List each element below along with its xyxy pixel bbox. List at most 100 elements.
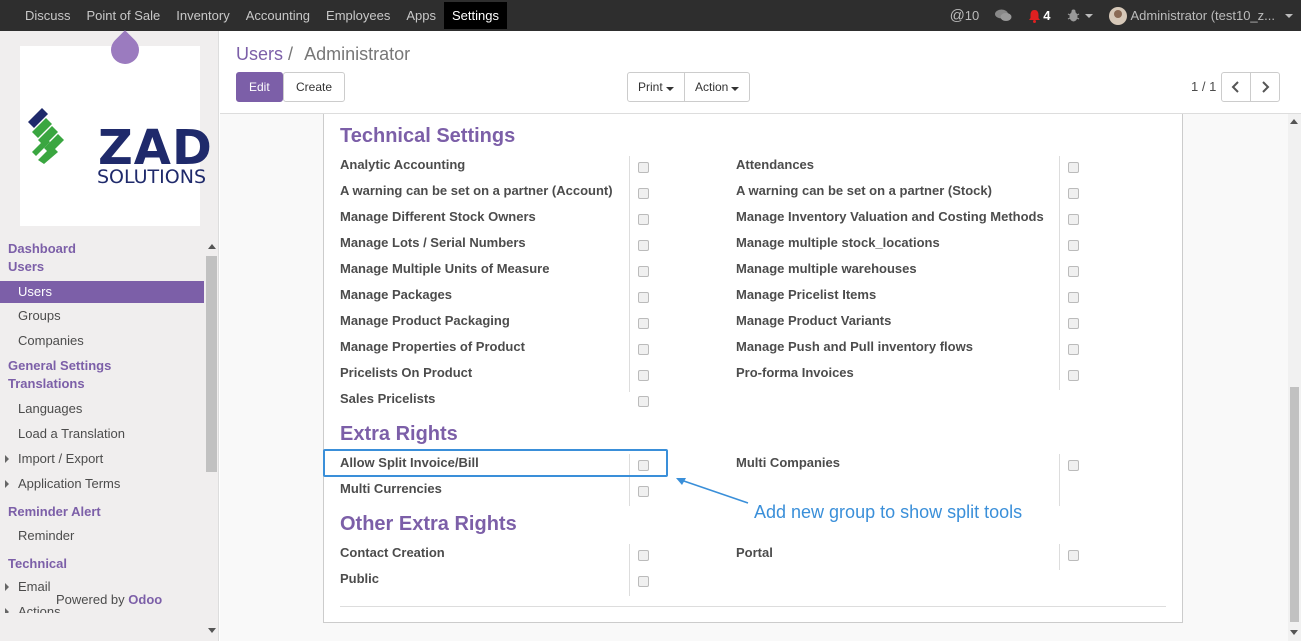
pager-previous-button[interactable]: [1221, 72, 1251, 102]
tech-label-10: Sales Pricelists: [340, 391, 436, 406]
tech-label-2: A warning can be set on a partner (Accou…: [340, 183, 613, 198]
extra-rights-title: Extra Rights: [340, 423, 458, 445]
user-menu[interactable]: Administrator (test10_z...: [1101, 6, 1301, 25]
tech-right-checkbox-1[interactable]: [1068, 162, 1079, 173]
tech-checkbox-7[interactable]: [638, 318, 649, 329]
annotation-arrow-icon: [676, 478, 749, 504]
scroll-down-icon[interactable]: [1290, 630, 1298, 635]
menu-inventory[interactable]: Inventory: [168, 0, 237, 31]
multi-companies-checkbox[interactable]: [1068, 460, 1079, 471]
scroll-thumb[interactable]: [1290, 387, 1299, 622]
logo-text-main: ZAD: [98, 120, 213, 176]
tech-right-checkbox-8[interactable]: [1068, 344, 1079, 355]
breadcrumb-separator: /: [288, 44, 294, 64]
menu-discuss[interactable]: Discuss: [17, 0, 79, 31]
tech-right-checkbox-5[interactable]: [1068, 266, 1079, 277]
chat-button[interactable]: [987, 9, 1020, 22]
tech-right-checkbox-9[interactable]: [1068, 370, 1079, 381]
tech-checkbox-2[interactable]: [638, 188, 649, 199]
menu-apps[interactable]: Apps: [398, 0, 444, 31]
sidebar-item-companies[interactable]: Companies: [0, 328, 204, 353]
public-checkbox[interactable]: [638, 576, 649, 587]
tech-right-label-8: Manage Push and Pull inventory flows: [736, 339, 973, 354]
scroll-up-icon[interactable]: [208, 244, 216, 249]
notifications-count: 4: [1043, 8, 1051, 23]
tech-right-label-4: Manage multiple stock_locations: [736, 235, 940, 250]
tech-checkbox-1[interactable]: [638, 162, 649, 173]
sidebar-section-technical[interactable]: Technical: [0, 555, 204, 573]
chevron-left-icon: [1231, 81, 1239, 93]
portal-checkbox[interactable]: [1068, 550, 1079, 561]
breadcrumb-users[interactable]: Users: [236, 44, 283, 64]
tech-right-checkbox-3[interactable]: [1068, 214, 1079, 225]
extra-label-multi-companies: Multi Companies: [736, 455, 841, 470]
contact-creation-checkbox[interactable]: [638, 550, 649, 561]
sidebar-item-import-export[interactable]: Import / Export: [0, 446, 204, 471]
sidebar-scrollbar[interactable]: [205, 239, 218, 633]
menu-employees[interactable]: Employees: [318, 0, 398, 31]
other-label-contact-creation: Contact Creation: [340, 545, 445, 560]
divider: [629, 156, 630, 392]
other-extra-rights-title: Other Extra Rights: [340, 513, 517, 535]
tech-checkbox-5[interactable]: [638, 266, 649, 277]
extra-label-multi-currencies: Multi Currencies: [340, 481, 442, 496]
sidebar-section-dashboard[interactable]: Dashboard: [0, 240, 204, 258]
sidebar-item-load-translation[interactable]: Load a Translation: [0, 421, 204, 446]
mentions-button[interactable]: @ 10: [942, 7, 988, 24]
menu-settings[interactable]: Settings: [444, 2, 507, 29]
pager-next-button[interactable]: [1250, 72, 1280, 102]
systray: @ 10 4 Administrator (test10_z...: [942, 0, 1301, 31]
tech-label-1: Analytic Accounting: [340, 157, 466, 172]
pager-value[interactable]: 1 / 1: [1191, 79, 1216, 94]
chevron-down-icon: [665, 87, 674, 91]
sidebar-section-reminder-alert[interactable]: Reminder Alert: [0, 503, 204, 521]
sidebar-section-translations[interactable]: Translations: [0, 375, 204, 393]
main-scrollbar[interactable]: [1288, 114, 1301, 641]
multi-currencies-checkbox[interactable]: [638, 486, 649, 497]
tech-right-checkbox-7[interactable]: [1068, 318, 1079, 329]
logo-text-sub: SOLUTIONS: [97, 166, 206, 188]
sidebar-item-languages[interactable]: Languages: [0, 396, 204, 421]
tech-label-5: Manage Multiple Units of Measure: [340, 261, 550, 276]
sidebar-item-groups[interactable]: Groups: [0, 303, 204, 328]
notifications-button[interactable]: 4: [1020, 8, 1058, 23]
tech-label-3: Manage Different Stock Owners: [340, 209, 536, 224]
print-dropdown[interactable]: Print: [627, 72, 685, 102]
create-button[interactable]: Create: [283, 72, 346, 102]
tech-right-checkbox-4[interactable]: [1068, 240, 1079, 251]
tech-right-checkbox-2[interactable]: [1068, 188, 1079, 199]
breadcrumb: Users / Administrator: [236, 44, 410, 65]
tech-checkbox-9[interactable]: [638, 370, 649, 381]
tech-checkbox-8[interactable]: [638, 344, 649, 355]
tech-right-checkbox-6[interactable]: [1068, 292, 1079, 303]
scroll-down-icon[interactable]: [208, 628, 216, 633]
divider: [1059, 544, 1060, 570]
sidebar-item-reminder[interactable]: Reminder: [0, 523, 204, 548]
menu-accounting[interactable]: Accounting: [238, 0, 318, 31]
action-dropdown[interactable]: Action: [684, 72, 751, 102]
menu-point-of-sale[interactable]: Point of Sale: [79, 0, 169, 31]
form-sheet: Technical Settings Analytic Accounting A…: [323, 114, 1183, 623]
divider: [1059, 454, 1060, 506]
debug-button[interactable]: [1059, 9, 1101, 22]
edit-button[interactable]: Edit: [236, 72, 283, 102]
sidebar-item-application-terms[interactable]: Application Terms: [0, 471, 204, 496]
divider: [629, 544, 630, 596]
print-label: Print: [638, 80, 663, 94]
sidebar-item-users[interactable]: Users: [0, 281, 204, 303]
tech-checkbox-6[interactable]: [638, 292, 649, 303]
tech-checkbox-10[interactable]: [638, 396, 649, 407]
company-logo: ZAD SOLUTIONS: [20, 46, 212, 226]
other-label-portal: Portal: [736, 545, 773, 560]
tech-checkbox-3[interactable]: [638, 214, 649, 225]
scroll-up-icon[interactable]: [1290, 119, 1298, 124]
scroll-thumb[interactable]: [206, 256, 217, 472]
sidebar-section-general-settings[interactable]: General Settings: [0, 357, 204, 375]
tech-label-7: Manage Product Packaging: [340, 313, 510, 328]
divider: [1059, 156, 1060, 390]
tech-checkbox-4[interactable]: [638, 240, 649, 251]
chevron-down-icon: [1285, 13, 1293, 18]
at-icon: @: [949, 7, 965, 24]
powered-by-brand[interactable]: Odoo: [128, 592, 162, 607]
sidebar-section-users[interactable]: Users: [0, 258, 204, 276]
